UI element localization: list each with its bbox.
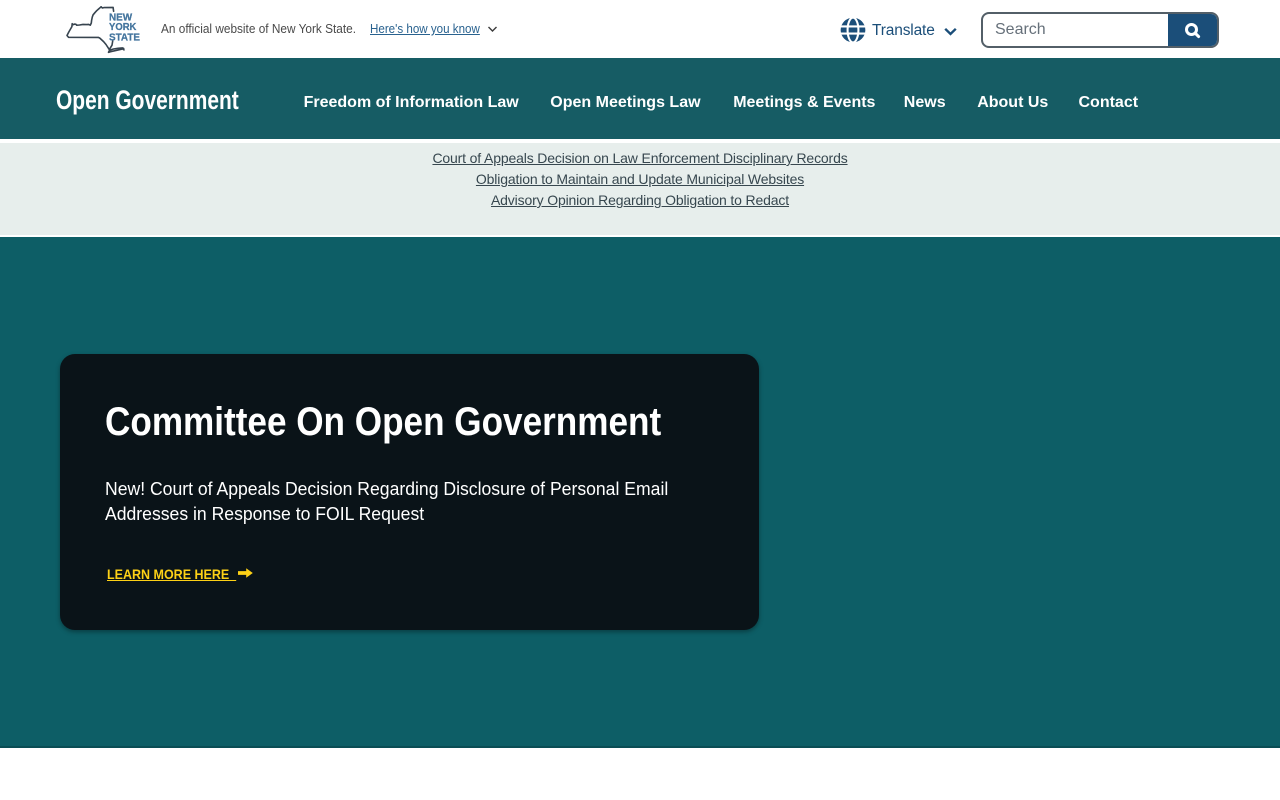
svg-text:STATE: STATE	[109, 32, 140, 43]
